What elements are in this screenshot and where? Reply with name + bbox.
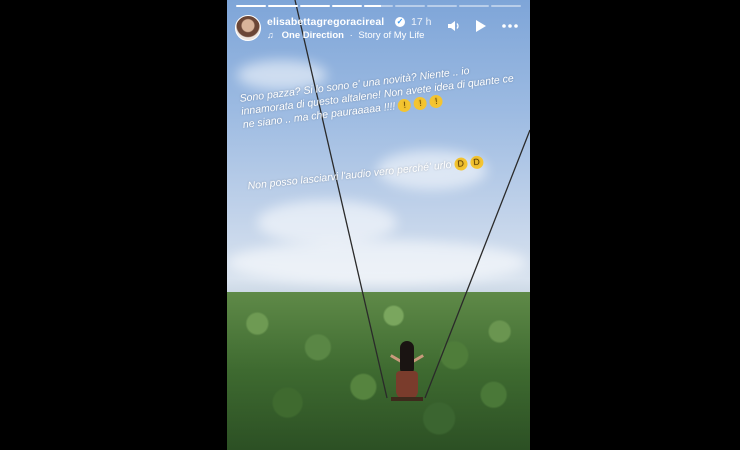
- woman-on-swing: [387, 335, 427, 420]
- more-icon[interactable]: [501, 19, 521, 35]
- progress-fill: [299, 5, 330, 7]
- progress-segment: [363, 5, 394, 7]
- scared-emoji-icon: !: [413, 96, 428, 111]
- story-header: elisabettagregoracireal ✓ 17 h ♫ One Dir…: [235, 15, 522, 43]
- music-separator: ·: [349, 30, 353, 41]
- progress-segment: [267, 5, 298, 7]
- progress-segment: [491, 5, 522, 7]
- music-bars-icon: ♫: [267, 30, 274, 40]
- music-artist: One Direction: [281, 30, 344, 41]
- progress-segment: [236, 5, 266, 7]
- progress-segment: [459, 5, 490, 7]
- progress-segment: [427, 5, 458, 7]
- progress-segment: [299, 5, 330, 7]
- speaker-icon[interactable]: [447, 19, 463, 35]
- progress-fill: [331, 5, 362, 7]
- progress-segment: [395, 5, 426, 7]
- progress-fill: [363, 5, 382, 7]
- music-song: Story of My Life: [358, 30, 425, 41]
- page-background: elisabettagregoracireal ✓ 17 h ♫ One Dir…: [0, 0, 740, 450]
- username[interactable]: elisabettagregoracireal: [267, 16, 384, 28]
- progress-fill: [236, 5, 266, 7]
- avatar[interactable]: [235, 15, 261, 41]
- timestamp: 17 h: [411, 16, 432, 28]
- progress-fill: [267, 5, 298, 7]
- progress-segment: [331, 5, 362, 7]
- story-viewer[interactable]: elisabettagregoracireal ✓ 17 h ♫ One Dir…: [227, 0, 530, 450]
- laughing-emoji-icon: D: [453, 156, 468, 172]
- verified-icon: ✓: [395, 17, 405, 27]
- scared-emoji-icon: !: [397, 98, 412, 113]
- music-info[interactable]: ♫ One Direction · Story of My Life: [267, 30, 424, 41]
- laughing-emoji-icon: D: [469, 155, 484, 170]
- play-icon[interactable]: [475, 19, 489, 35]
- story-progress-bar: [236, 5, 522, 8]
- scared-emoji-icon: !: [429, 94, 444, 109]
